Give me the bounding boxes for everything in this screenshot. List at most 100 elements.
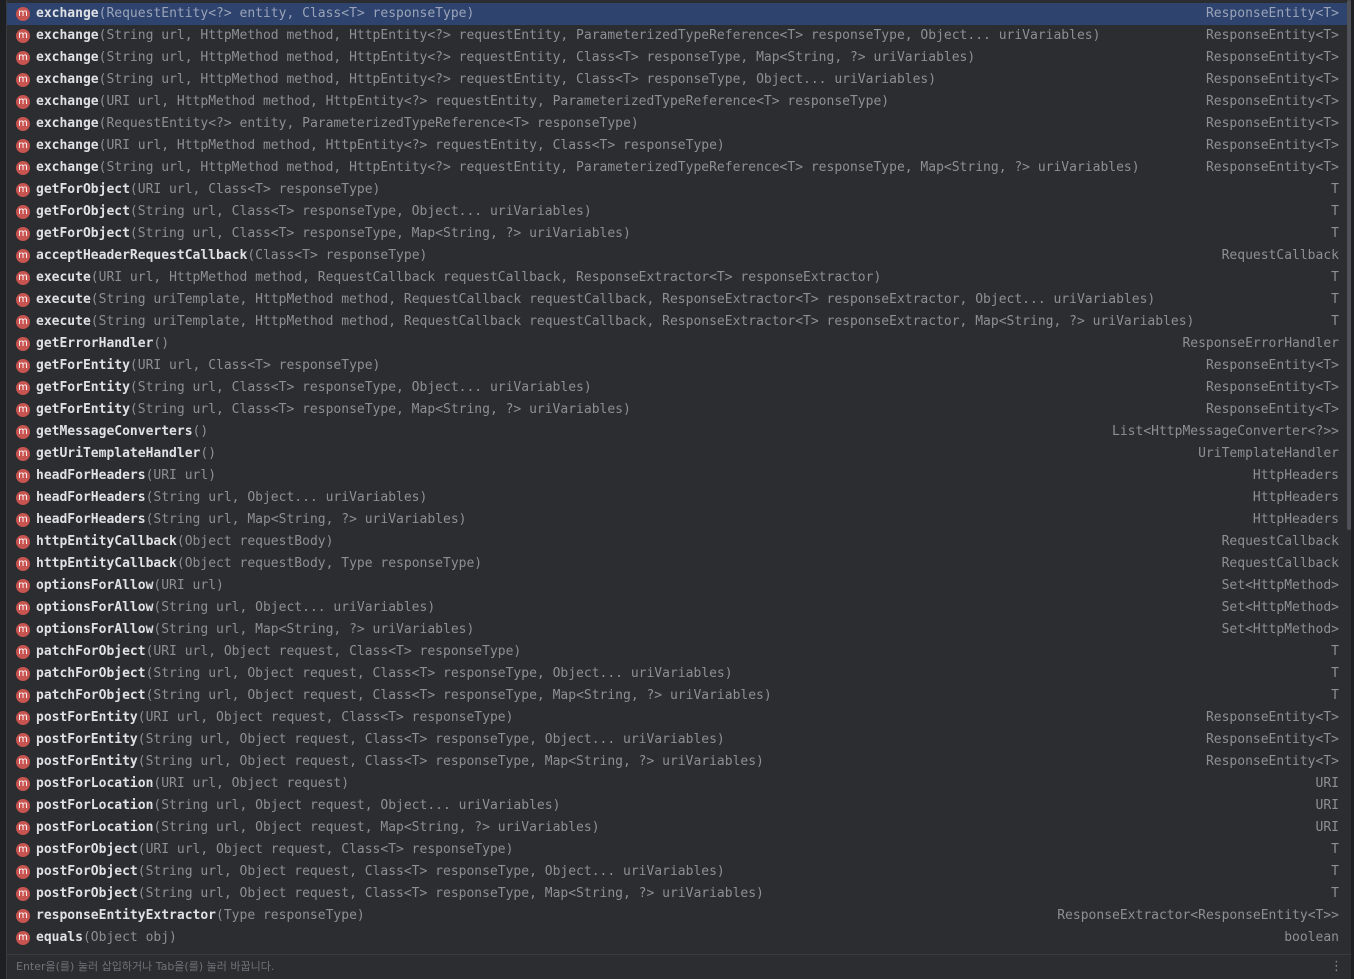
method-signature: exchange(RequestEntity<?> entity, Class<…	[36, 3, 474, 25]
completion-item[interactable]: m postForObject(URI url, Object request, …	[7, 839, 1351, 861]
return-type: ResponseEntity<T>	[1205, 94, 1339, 109]
method-icon: m	[16, 711, 30, 725]
return-type: T	[1331, 204, 1339, 219]
completion-item[interactable]: m getForEntity(String url, Class<T> respo…	[7, 399, 1351, 421]
completion-item[interactable]: m optionsForAllow(String url, Map<String,…	[7, 619, 1351, 641]
completion-item[interactable]: m getForObject(URI url, Class<T> response…	[7, 179, 1351, 201]
return-type: ResponseErrorHandler	[1182, 336, 1339, 351]
method-params: (String url, Object request, Map<String,…	[153, 820, 600, 835]
return-type: T	[1331, 226, 1339, 241]
completion-item[interactable]: m exchange(String url, HttpMethod method,…	[7, 69, 1351, 91]
completion-item[interactable]: m patchForObject(String url, Object reque…	[7, 685, 1351, 707]
completion-item[interactable]: m getForObject(String url, Class<T> respo…	[7, 201, 1351, 223]
completion-item[interactable]: m postForEntity(URI url, Object request, …	[7, 707, 1351, 729]
method-icon: m	[16, 931, 30, 945]
completion-item[interactable]: m optionsForAllow(String url, Object... u…	[7, 597, 1351, 619]
completion-footer: Enter을(를) 눌러 삽입하거나 Tab을(를) 눌러 바꿉니다. ⋮	[7, 954, 1351, 979]
method-icon: m	[16, 117, 30, 131]
method-signature: exchange(RequestEntity<?> entity, Parame…	[36, 113, 639, 135]
completion-item[interactable]: m equals(Object obj) boolean	[7, 927, 1351, 949]
return-type: ResponseEntity<T>	[1205, 160, 1339, 175]
method-icon: m	[16, 557, 30, 571]
completion-item[interactable]: m patchForObject(String url, Object reque…	[7, 663, 1351, 685]
completion-item[interactable]: m exchange(String url, HttpMethod method,…	[7, 47, 1351, 69]
method-signature: getForObject(URI url, Class<T> responseT…	[36, 179, 380, 201]
method-params: (String url, Object request, Class<T> re…	[145, 688, 772, 703]
method-params: (String url, Object request, Class<T> re…	[137, 886, 764, 901]
method-name: headForHeaders	[36, 468, 146, 483]
method-icon: m	[16, 513, 30, 527]
completion-item[interactable]: m postForLocation(String url, Object requ…	[7, 795, 1351, 817]
completion-item[interactable]: m postForObject(String url, Object reques…	[7, 861, 1351, 883]
completion-item[interactable]: m postForObject(String url, Object reques…	[7, 883, 1351, 905]
method-params: (Object requestBody)	[176, 534, 334, 549]
method-params: (String url, Object... uriVariables)	[153, 600, 436, 615]
completion-item[interactable]: m responseEntityExtractor(Type responseTy…	[7, 905, 1351, 927]
method-name: postForLocation	[36, 776, 154, 791]
method-icon: m	[16, 51, 30, 65]
scrollbar[interactable]	[1347, 0, 1351, 530]
completion-item[interactable]: m exchange(URI url, HttpMethod method, Ht…	[7, 135, 1351, 157]
method-icon: m	[16, 821, 30, 835]
method-params: (String url, Class<T> responseType, Map<…	[129, 226, 631, 241]
method-params: (Type responseType)	[216, 908, 365, 923]
completion-item[interactable]: m headForHeaders(URI url) HttpHeaders	[7, 465, 1351, 487]
completion-item[interactable]: m exchange(String url, HttpMethod method,…	[7, 157, 1351, 179]
completion-item[interactable]: m headForHeaders(String url, Object... ur…	[7, 487, 1351, 509]
completion-item[interactable]: m patchForObject(URI url, Object request,…	[7, 641, 1351, 663]
method-icon: m	[16, 887, 30, 901]
completion-item[interactable]: m getForEntity(URI url, Class<T> response…	[7, 355, 1351, 377]
method-params: (URI url, Object request, Class<T> respo…	[137, 842, 514, 857]
method-icon: m	[16, 777, 30, 791]
completion-item[interactable]: m getErrorHandler() ResponseErrorHandler	[7, 333, 1351, 355]
method-signature: postForLocation(URI url, Object request)	[36, 773, 349, 795]
completion-item[interactable]: m execute(URI url, HttpMethod method, Req…	[7, 267, 1351, 289]
method-signature: httpEntityCallback(Object requestBody, T…	[36, 553, 482, 575]
completion-item[interactable]: m postForLocation(URI url, Object request…	[7, 773, 1351, 795]
method-icon: m	[16, 843, 30, 857]
method-icon: m	[16, 623, 30, 637]
more-options-icon[interactable]: ⋮	[1330, 955, 1343, 979]
completion-item[interactable]: m httpEntityCallback(Object requestBody) R…	[7, 531, 1351, 553]
method-params: ()	[192, 424, 209, 439]
completion-item[interactable]: m exchange(String url, HttpMethod method,…	[7, 25, 1351, 47]
completion-item[interactable]: m postForEntity(String url, Object reques…	[7, 729, 1351, 751]
method-name: exchange	[36, 160, 99, 175]
method-signature: exchange(String url, HttpMethod method, …	[36, 69, 936, 91]
completion-item[interactable]: m getForEntity(String url, Class<T> respo…	[7, 377, 1351, 399]
method-params: (String url, Object request, Class<T> re…	[137, 754, 764, 769]
method-params: (URI url, Object request, Class<T> respo…	[145, 644, 522, 659]
completion-item[interactable]: m postForLocation(String url, Object requ…	[7, 817, 1351, 839]
method-icon: m	[16, 733, 30, 747]
return-type: ResponseEntity<T>	[1205, 358, 1339, 373]
method-params: (URI url)	[153, 578, 224, 593]
completion-item[interactable]: m execute(String uriTemplate, HttpMethod …	[7, 289, 1351, 311]
return-type: Set<HttpMethod>	[1221, 578, 1339, 593]
method-signature: getMessageConverters()	[36, 421, 208, 443]
method-icon: m	[16, 381, 30, 395]
completion-item[interactable]: m acceptHeaderRequestCallback(Class<T> re…	[7, 245, 1351, 267]
method-name: optionsForAllow	[36, 578, 154, 593]
return-type: ResponseEntity<T>	[1205, 402, 1339, 417]
completion-item[interactable]: m execute(String uriTemplate, HttpMethod …	[7, 311, 1351, 333]
return-type: HttpHeaders	[1252, 512, 1339, 527]
method-icon: m	[16, 469, 30, 483]
return-type: ResponseEntity<T>	[1205, 72, 1339, 87]
method-params: (Object obj)	[82, 930, 177, 945]
method-params: (String url, HttpMethod method, HttpEnti…	[98, 50, 976, 65]
method-icon: m	[16, 95, 30, 109]
completion-item[interactable]: m exchange(RequestEntity<?> entity, Class…	[7, 3, 1351, 25]
completion-item[interactable]: m getForObject(String url, Class<T> respo…	[7, 223, 1351, 245]
completion-item[interactable]: m postForEntity(String url, Object reques…	[7, 751, 1351, 773]
completion-item[interactable]: m exchange(RequestEntity<?> entity, Param…	[7, 113, 1351, 135]
method-icon: m	[16, 755, 30, 769]
completion-item[interactable]: m httpEntityCallback(Object requestBody, …	[7, 553, 1351, 575]
method-signature: postForLocation(String url, Object reque…	[36, 817, 600, 839]
completion-item[interactable]: m getUriTemplateHandler() UriTemplateHandl…	[7, 443, 1351, 465]
method-name: getUriTemplateHandler	[36, 446, 201, 461]
completion-item[interactable]: m getMessageConverters() List<HttpMessageC…	[7, 421, 1351, 443]
completion-item[interactable]: m optionsForAllow(URI url) Set<HttpMethod>	[7, 575, 1351, 597]
completion-item[interactable]: m headForHeaders(String url, Map<String, …	[7, 509, 1351, 531]
completion-item[interactable]: m exchange(URI url, HttpMethod method, Ht…	[7, 91, 1351, 113]
return-type: ResponseEntity<T>	[1205, 116, 1339, 131]
